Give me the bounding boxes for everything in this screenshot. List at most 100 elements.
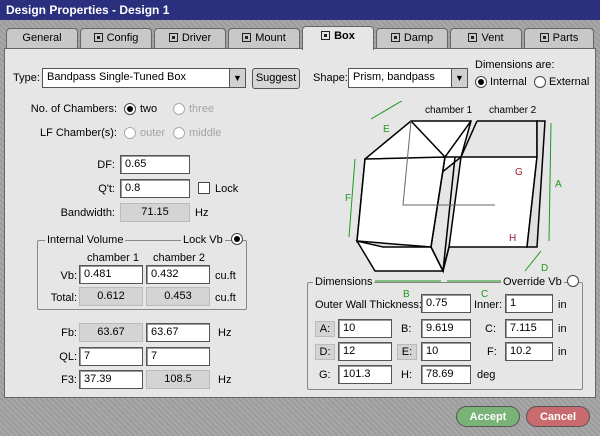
shape-select-value: Prism, bandpass <box>353 71 435 83</box>
lf-chambers-label: LF Chamber(s): <box>39 127 117 139</box>
diagram-label-e: E <box>383 124 390 135</box>
fb-chamber2-input[interactable]: 63.67 <box>146 323 210 342</box>
diagram-chamber1-label: chamber 1 <box>425 105 473 116</box>
lock-vb-radio[interactable] <box>231 233 243 245</box>
type-select[interactable]: Bandpass Single-Tuned Box ▼ <box>42 68 246 88</box>
tab-config[interactable]: Config <box>80 28 152 48</box>
diagram-label-h: H <box>509 233 516 244</box>
window-title: Design Properties - Design 1 <box>0 0 600 20</box>
ql-chamber2-input[interactable]: 7 <box>146 347 210 366</box>
diagram-label-f: F <box>345 193 351 204</box>
tab-mount-label: Mount <box>255 32 286 44</box>
outer-wall-input[interactable]: 0.75 <box>421 294 471 313</box>
dim-c-input[interactable]: 7.115 <box>505 319 553 338</box>
tab-driver[interactable]: Driver <box>154 28 226 48</box>
f3-unit: Hz <box>218 374 232 386</box>
box-panel: Type: Bandpass Single-Tuned Box ▼ Sugges… <box>4 48 596 398</box>
box-outline <box>355 120 546 274</box>
dim-h-label: H: <box>401 369 412 381</box>
override-vb-label: Override Vb <box>501 276 564 288</box>
vb-unit: cu.ft <box>215 270 236 282</box>
override-vb-radio[interactable] <box>567 275 579 287</box>
external-radio[interactable] <box>534 76 546 88</box>
lf-outer-radio[interactable] <box>124 127 136 139</box>
dim-g-input[interactable]: 101.3 <box>338 365 392 384</box>
diagram-label-d: D <box>541 263 548 274</box>
dim-g-label: G: <box>319 369 331 381</box>
shape-select[interactable]: Prism, bandpass ▼ <box>348 68 468 88</box>
tab-parts-label: Parts <box>552 32 579 44</box>
ql-chamber1-input[interactable]: 7 <box>79 347 143 366</box>
dim-b-label: B: <box>401 323 412 335</box>
lock-checkbox[interactable] <box>198 182 210 194</box>
total-chamber1-value: 0.612 <box>79 287 143 306</box>
f3-label: F3: <box>61 374 77 386</box>
qt-label: Q't: <box>98 183 115 195</box>
tab-general[interactable]: General <box>6 28 78 48</box>
tab-config-label: Config <box>106 32 139 44</box>
tab-parts[interactable]: Parts <box>524 28 594 48</box>
internal-label: Internal <box>490 76 527 88</box>
bandwidth-label: Bandwidth: <box>60 207 115 219</box>
total-chamber2-value: 0.453 <box>146 287 210 306</box>
dim-f-unit: in <box>558 346 567 358</box>
dim-e-input[interactable]: 10 <box>421 342 471 361</box>
fb-chamber1-value: 63.67 <box>79 323 143 342</box>
diagram-label-a: A <box>555 179 562 190</box>
iv-chamber1-header: chamber 1 <box>87 252 139 264</box>
dim-b-input[interactable]: 9.619 <box>421 319 471 338</box>
total-label: Total: <box>50 292 77 304</box>
vb-label: Vb: <box>60 270 77 282</box>
diagram-label-g: G <box>515 167 523 178</box>
dim-f-input[interactable]: 10.2 <box>505 342 553 361</box>
box-icon <box>539 33 549 42</box>
dim-a-input[interactable]: 10 <box>338 319 392 338</box>
tab-damp[interactable]: Damp <box>376 28 448 48</box>
f3-chamber1-input[interactable]: 37.39 <box>79 370 143 389</box>
tab-mount[interactable]: Mount <box>228 28 300 48</box>
accept-button[interactable]: Accept <box>456 406 520 427</box>
internal-radio[interactable] <box>475 76 487 88</box>
chambers-two-radio[interactable] <box>124 103 136 115</box>
type-select-value: Bandpass Single-Tuned Box <box>47 71 187 83</box>
lock-vb-label: Lock Vb <box>181 234 225 246</box>
dim-c-label: C: <box>485 323 496 335</box>
bandwidth-unit: Hz <box>195 207 209 219</box>
chambers-two-label: two <box>140 103 158 115</box>
tab-vent[interactable]: Vent <box>450 28 522 48</box>
diagram-chamber2-label: chamber 2 <box>489 105 537 116</box>
shape-label: Shape: <box>313 72 348 84</box>
chevron-down-icon[interactable]: ▼ <box>229 69 245 87</box>
inner-input[interactable]: 1 <box>505 294 553 313</box>
lock-label: Lock <box>215 183 239 195</box>
qt-input[interactable]: 0.8 <box>120 179 190 198</box>
chevron-down-icon[interactable]: ▼ <box>451 69 467 87</box>
fb-label: Fb: <box>61 327 77 339</box>
lf-middle-radio[interactable] <box>173 127 185 139</box>
dim-d-label: D: <box>315 344 335 360</box>
dim-a-label: A: <box>315 321 335 337</box>
chambers-three-radio[interactable] <box>173 103 185 115</box>
internal-volume-title: Internal Volume <box>45 234 126 246</box>
suggest-button[interactable]: Suggest <box>252 68 300 89</box>
bandwidth-value: 71.15 <box>120 203 190 222</box>
total-unit: cu.ft <box>215 292 236 304</box>
fb-unit: Hz <box>218 327 232 339</box>
inner-label: Inner: <box>474 299 503 311</box>
dim-h-input[interactable]: 78.69 <box>421 365 471 384</box>
tab-driver-label: Driver <box>181 32 212 44</box>
df-input[interactable]: 0.65 <box>120 155 190 174</box>
tab-box[interactable]: Box <box>302 26 374 50</box>
type-label: Type: <box>13 72 40 84</box>
dim-d-input[interactable]: 12 <box>338 342 392 361</box>
df-label: DF: <box>97 159 115 171</box>
vb-chamber1-input[interactable]: 0.481 <box>79 265 143 284</box>
vb-chamber2-input[interactable]: 0.432 <box>146 265 210 284</box>
tab-vent-label: Vent <box>481 32 504 44</box>
tab-damp-label: Damp <box>403 32 434 44</box>
cancel-button[interactable]: Cancel <box>526 406 590 427</box>
angle-unit: deg <box>477 369 496 381</box>
dimensions-title: Dimensions <box>313 276 375 288</box>
design-properties-window: Design Properties - Design 1 General Con… <box>0 0 600 436</box>
lf-outer-label: outer <box>140 127 166 139</box>
